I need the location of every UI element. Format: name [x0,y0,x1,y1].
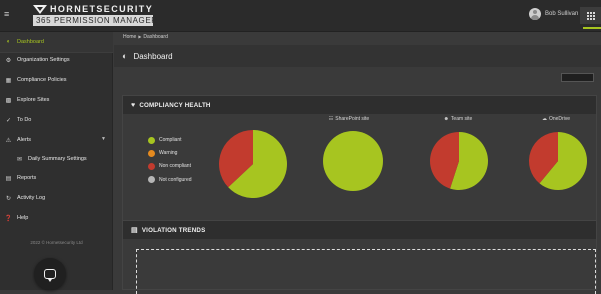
user-menu[interactable]: Bob Sullivan [529,8,578,20]
dashboard-icon: ◐ [6,39,11,45]
explore-icon: ▩ [5,97,12,104]
chart-label: ☻ Team site [418,116,498,122]
legend-label: Compliant [159,137,182,143]
dashboard-icon: ◐ [122,51,128,61]
legend-dot [148,176,155,184]
sidebar-item-explore-sites[interactable]: ▩ Explore Sites [0,90,113,110]
legend-item: Compliant [148,135,192,145]
legend-item: Non compliant [148,161,192,171]
sidebar: ◐ Dashboard ⚙ Organization Settings ▦ Co… [0,32,113,290]
chart-label-text: SharePoint site [335,116,370,122]
chart-legend: Compliant Warning Non compliant Not conf… [148,135,192,188]
sidebar-item-label: Daily Summary Settings [28,156,87,162]
breadcrumb: Home ▶ Dashboard [123,34,168,40]
breadcrumb-home[interactable]: Home [123,34,136,40]
sidebar-item-alerts[interactable]: ⚠ Alerts ▼ [0,130,113,150]
panel-header: ♥ COMPLIANCY HEALTH [123,96,596,114]
sidebar-item-label: To Do [17,117,32,123]
chart-team-site: ☻ Team site [418,116,498,122]
sidebar-item-label: Explore Sites [17,97,50,103]
heart-icon: ♥ [131,101,136,109]
violation-trends-panel: ▤ VIOLATION TRENDS [122,220,597,294]
sidebar-item-organization-settings[interactable]: ⚙ Organization Settings [0,50,113,70]
user-name: Bob Sullivan [545,11,579,17]
sidebar-item-label: Compliance Policies [17,77,67,83]
page-title: Dashboard [133,51,173,61]
chart-icon: ▤ [131,227,138,234]
pie-chart-onedrive [529,132,587,190]
panel-title: COMPLIANCY HEALTH [139,101,211,109]
legend-label: Non compliant [159,163,191,170]
reports-icon: ▤ [5,175,12,182]
sidebar-item-daily-summary-settings[interactable]: ✉ Daily Summary Settings [0,149,113,169]
sidebar-item-label: Help [17,215,29,221]
sidebar-item-reports[interactable]: ▤ Reports [0,168,113,188]
sidebar-item-help[interactable]: ❓ Help [0,208,113,228]
page-header: ◐ Dashboard [114,45,601,67]
pie-chart-sharepoint [323,131,383,191]
gear-icon: ⚙ [5,57,12,64]
sidebar-item-activity-log[interactable]: ↻ Activity Log [0,188,113,208]
avatar [529,8,541,20]
pie-slice-compliant [323,131,383,191]
main-content: Home ▶ Dashboard ◐ Dashboard ♥ COMPLIANCY … [114,32,601,294]
help-icon: ❓ [4,215,13,222]
sidebar-item-label: Activity Log [17,195,46,201]
check-icon: ✓ [5,117,12,124]
legend-item: Warning [148,148,192,158]
menu-toggle-icon[interactable]: ≡ [4,9,9,19]
chevron-down-icon: ▼ [101,136,106,142]
policy-icon: ▦ [5,77,12,84]
pie-chart-team-site [430,132,488,190]
app-launcher-button[interactable] [580,7,601,24]
chat-button[interactable] [34,258,66,290]
sidebar-item-label: Dashboard [17,39,44,45]
chart-label: ☷ SharePoint site [309,116,389,122]
history-icon: ↻ [5,195,12,202]
legend-label: Warning [159,150,178,157]
legend-dot [148,136,155,144]
accent-line [583,27,601,29]
chart-label-text: OneDrive [548,116,571,122]
legend-dot [148,162,155,170]
alert-icon: ⚠ [5,137,12,144]
sidebar-item-label: Alerts [17,137,32,143]
breadcrumb-arrow-icon: ▶ [138,34,142,39]
trends-chart-area [136,249,596,294]
mail-icon: ✉ [16,156,23,163]
toolbar-button[interactable] [561,73,594,82]
logo: HORNETSECURITY 365 PERMISSION MANAGER [33,4,157,26]
pie-chart-overall [219,130,287,198]
grid-icon [586,11,595,20]
legend-item: Not configured [148,175,192,185]
team-icon: ☻ [443,116,449,122]
sidebar-item-label: Reports [17,175,37,181]
chart-onedrive: ☁ OneDrive [516,116,596,122]
copyright-text: 2022 © Hornetsecurity Ltd [30,240,83,245]
sidebar-item-label: Organization Settings [17,57,70,63]
sidebar-item-to-do[interactable]: ✓ To Do [0,110,113,130]
chart-sharepoint: ☷ SharePoint site [309,116,389,122]
chart-label: ☁ OneDrive [516,116,596,122]
sidebar-item-dashboard[interactable]: ◐ Dashboard [0,32,113,52]
top-bar: ≡ HORNETSECURITY 365 PERMISSION MANAGER … [0,0,601,32]
brand-name: HORNETSECURITY [50,4,154,14]
hornet-logo-icon [33,5,47,14]
panel-header: ▤ VIOLATION TRENDS [123,221,596,239]
breadcrumb-current: Dashboard [143,34,168,40]
chart-label-text: Team site [450,116,473,122]
legend-label: Not configured [159,176,192,183]
sidebar-item-compliance-policies[interactable]: ▦ Compliance Policies [0,70,113,90]
panel-title: VIOLATION TRENDS [141,226,206,234]
cloud-icon: ☁ [541,116,547,122]
sitemap-icon: ☷ [328,116,334,122]
chat-icon [44,269,56,282]
product-name: 365 PERMISSION MANAGER [33,15,157,26]
legend-dot [148,149,155,157]
